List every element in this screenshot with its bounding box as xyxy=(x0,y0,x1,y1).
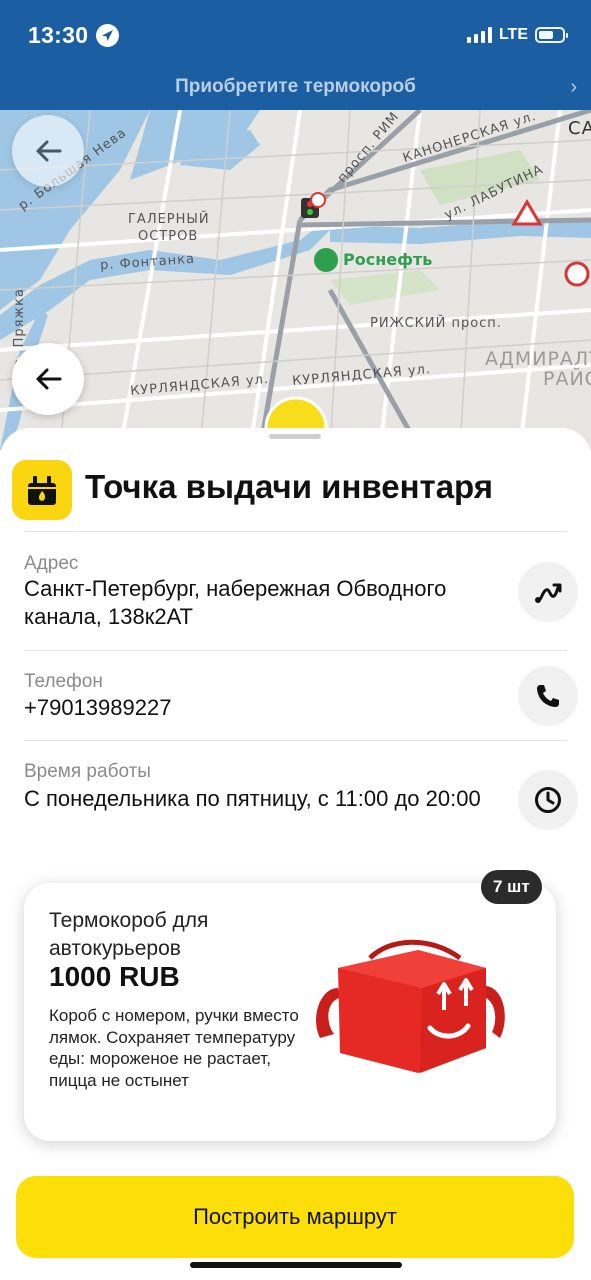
map-view[interactable]: р. Большая Нева ГАЛЕРНЫЙ ОСТРОВ р. Фонта… xyxy=(0,110,591,450)
sheet-grabber[interactable] xyxy=(269,434,321,439)
divider xyxy=(24,650,567,651)
build-route-button[interactable]: Построить маршрут xyxy=(16,1176,574,1258)
address-label: Адрес xyxy=(24,553,79,574)
home-indicator[interactable] xyxy=(190,1262,402,1268)
promo-banner[interactable]: Приобретите термокороб › xyxy=(0,70,591,106)
address-value: Санкт-Петербург, набережная Обводного ка… xyxy=(24,576,447,629)
hours-value: С понедельника по пятницу, с 11:00 до 20… xyxy=(24,786,481,811)
signal-icon xyxy=(466,27,492,43)
map-label: РИЖСКИЙ просп. xyxy=(370,316,502,331)
divider xyxy=(24,740,567,741)
clock-icon xyxy=(535,787,561,813)
phone-icon xyxy=(537,685,559,707)
product-card[interactable]: Термокороб для автокурьеров 1000 RUB Кор… xyxy=(24,883,556,1141)
divider xyxy=(24,531,567,532)
pickup-point-sheet: Точка выдачи инвентаря Адрес Санкт-Петер… xyxy=(0,428,591,1280)
status-bar: 13:30 LTE xyxy=(0,20,591,52)
product-description: Короб с номером, ручки вместо лямок. Сох… xyxy=(49,1006,299,1090)
route-action-button[interactable] xyxy=(518,562,578,622)
phone-value: +79013989227 xyxy=(24,695,172,720)
network-type: LTE xyxy=(498,26,528,43)
hours-label: Время работы xyxy=(24,761,151,782)
arrow-left-icon xyxy=(36,368,62,390)
map-label: ГАЛЕРНЫЙ xyxy=(128,212,210,227)
route-icon xyxy=(535,583,562,603)
hours-button[interactable] xyxy=(518,770,578,830)
page-title: Точка выдачи инвентаря xyxy=(85,468,494,505)
promo-banner-text: Приобретите термокороб xyxy=(175,76,416,97)
chevron-right-icon: › xyxy=(570,76,577,98)
thermal-box-image xyxy=(316,939,505,1073)
location-arrow-icon xyxy=(96,24,119,47)
status-time: 13:30 xyxy=(28,22,89,48)
map-label: Роснефть xyxy=(343,250,433,269)
quantity-badge: 7 шт xyxy=(481,870,542,904)
call-button[interactable] xyxy=(518,666,578,726)
status-indicators: LTE xyxy=(466,26,568,44)
map-label: ОСТРОВ xyxy=(138,229,199,244)
product-price: 1000 RUB xyxy=(49,961,180,992)
top-bar: 13:30 LTE Приобретите термокороб › xyxy=(0,0,591,110)
arrow-left-icon xyxy=(36,140,62,162)
inventory-box-icon xyxy=(12,460,72,520)
map-label: СА xyxy=(568,118,591,139)
phone-label: Телефон xyxy=(24,671,103,692)
product-name: Термокороб для автокурьеров xyxy=(49,909,209,960)
map-label: АДМИРАЛТ xyxy=(485,348,591,370)
map-label: РАЙО xyxy=(543,368,591,390)
map-back-button[interactable] xyxy=(12,115,84,187)
battery-icon xyxy=(535,27,568,43)
back-button[interactable] xyxy=(12,343,84,415)
